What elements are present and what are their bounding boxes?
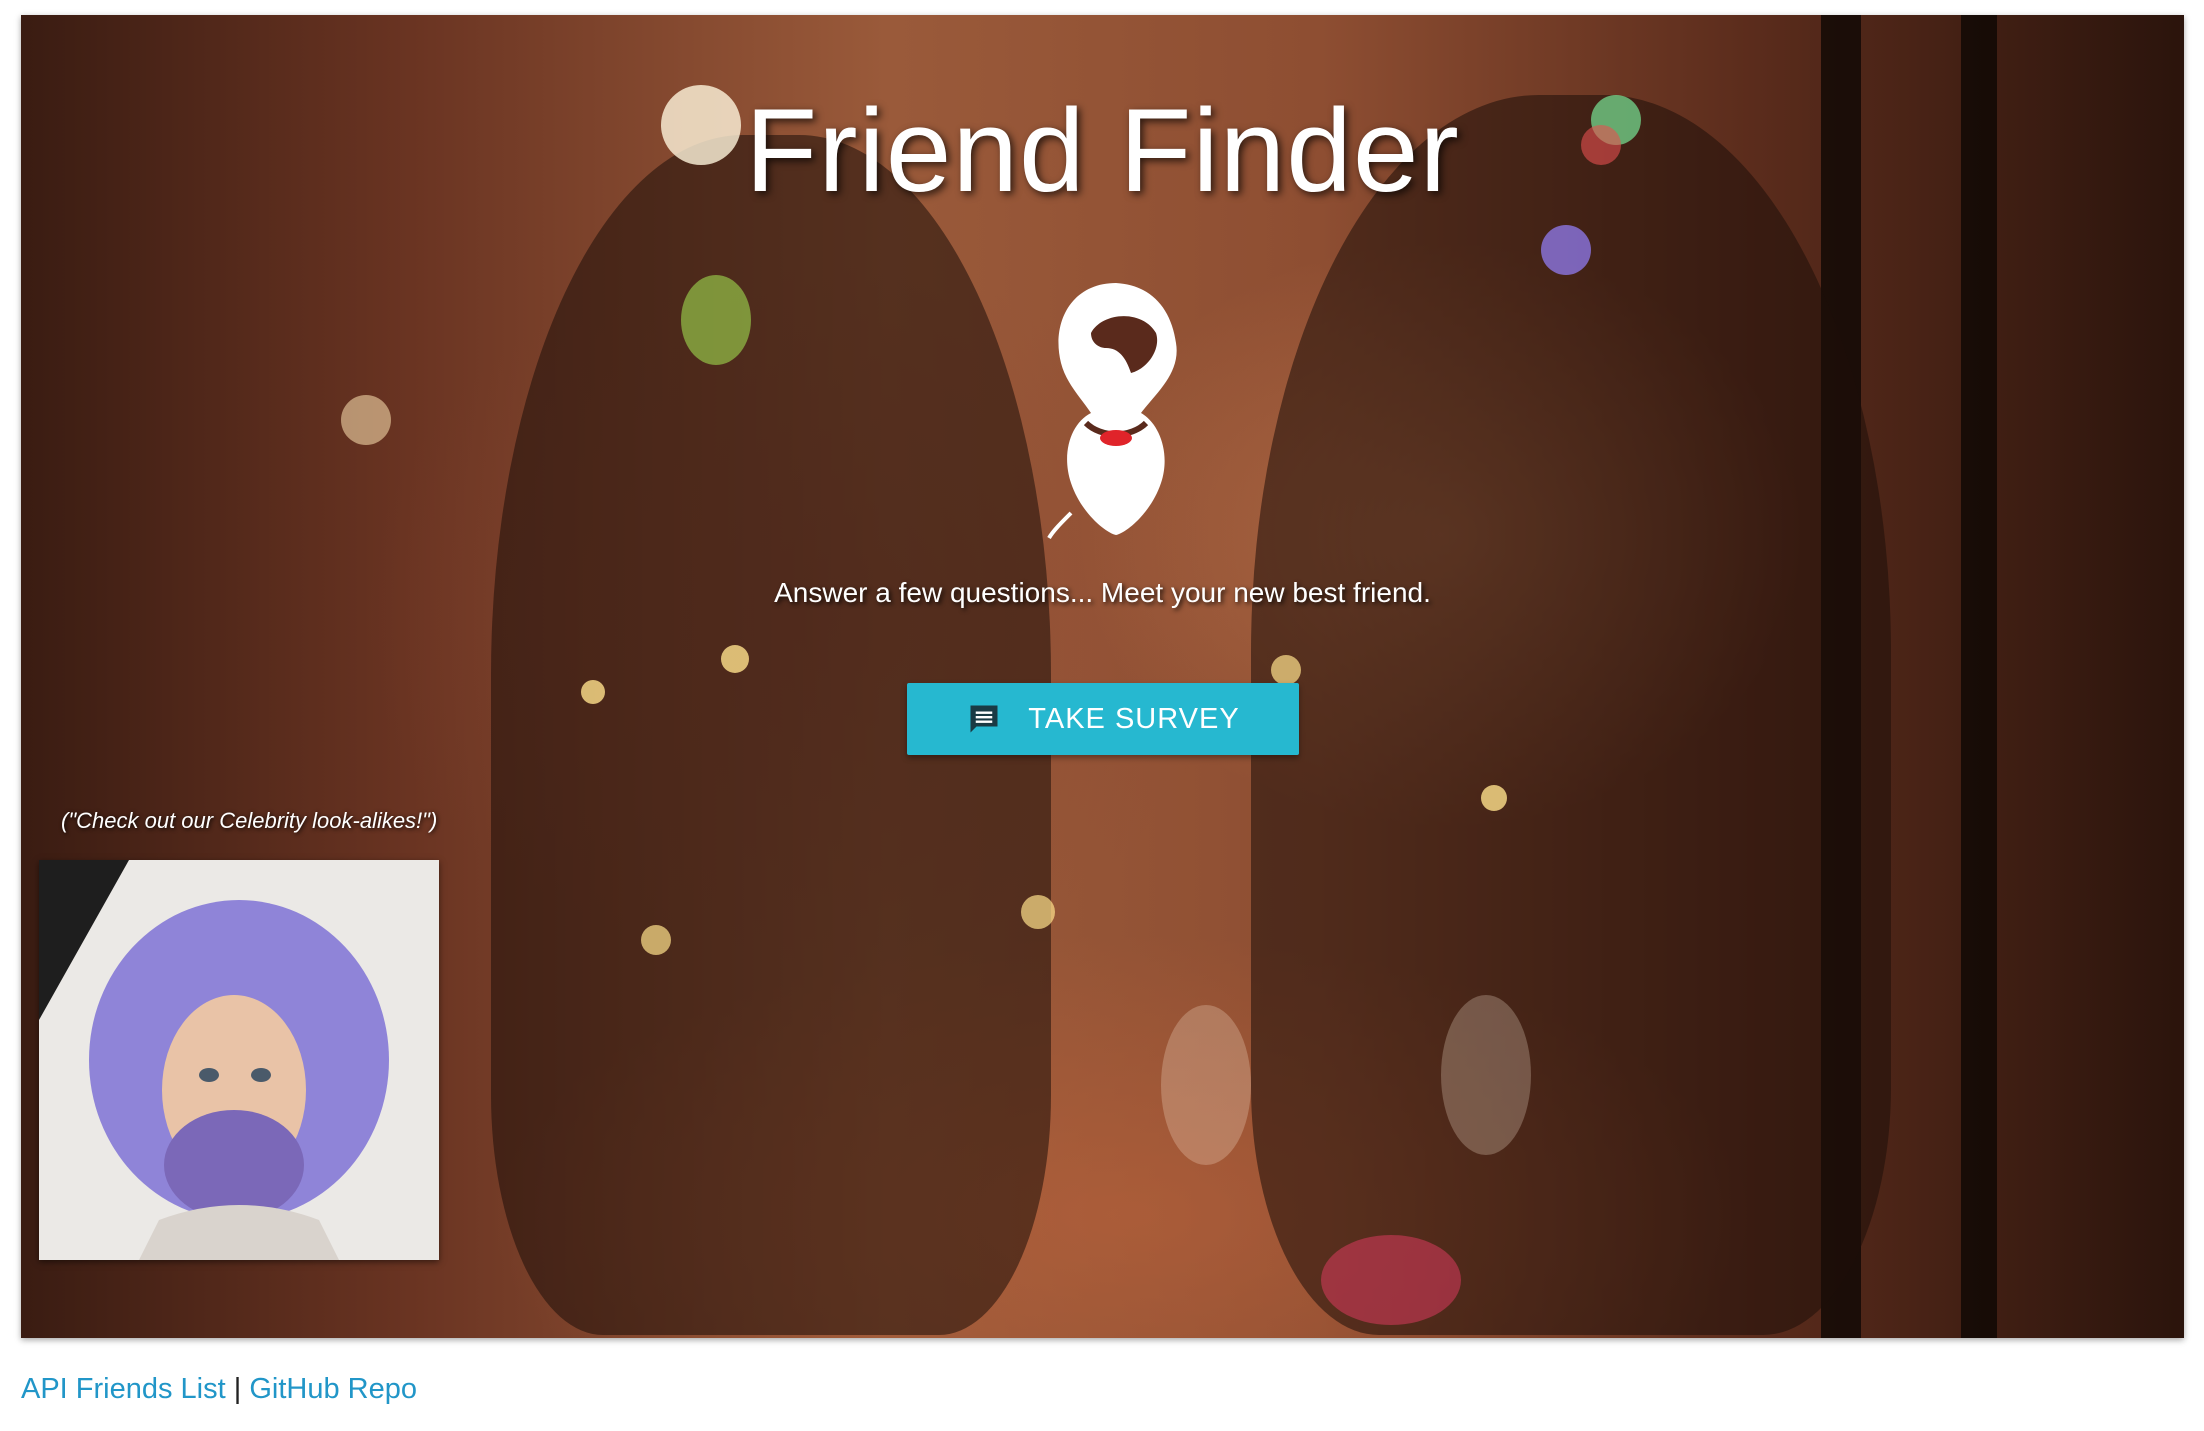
celebrity-lookalike-photo[interactable]: [39, 860, 439, 1260]
man-silhouette: [1251, 95, 1891, 1335]
bearded-woman-logo-icon: [1047, 283, 1177, 540]
tagline: Answer a few questions... Meet your new …: [774, 577, 1431, 608]
page-title: Friend Finder: [745, 85, 1460, 217]
hero-banner: Friend Finder Answer a few questions... …: [21, 15, 2184, 1338]
github-repo-link[interactable]: GitHub Repo: [249, 1373, 417, 1405]
take-survey-button[interactable]: TAKE SURVEY: [907, 683, 1299, 755]
celebrity-portrait-image: [39, 860, 439, 1260]
celebrity-caption: ("Check out our Celebrity look-alikes!"): [61, 808, 438, 833]
api-friends-list-link[interactable]: API Friends List: [21, 1373, 226, 1405]
chat-bubble-icon: [970, 705, 998, 733]
footer-separator: |: [233, 1373, 242, 1405]
footer-links: API Friends List | GitHub Repo: [21, 1373, 417, 1406]
take-survey-label: TAKE SURVEY: [1028, 702, 1240, 735]
